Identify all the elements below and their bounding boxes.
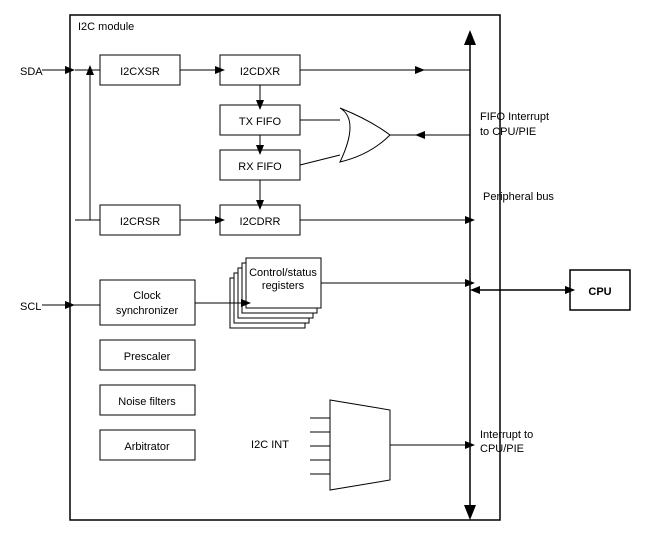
fifo-interrupt-label2: to CPU/PIE bbox=[480, 126, 536, 138]
i2c-int-label: I2C INT bbox=[251, 439, 289, 451]
sda-label: SDA bbox=[20, 66, 43, 78]
noise-filters-label: Noise filters bbox=[118, 396, 176, 408]
interrupt-label1: Interrupt to bbox=[480, 429, 533, 441]
i2crsr-label: I2CRSR bbox=[120, 216, 160, 228]
i2cxsr-label: I2CXSR bbox=[120, 66, 160, 78]
rx-fifo-label: RX FIFO bbox=[238, 161, 282, 173]
i2c-module-label: I2C module bbox=[78, 21, 134, 33]
scl-label: SCL bbox=[20, 301, 41, 313]
clock-sync-label: Clock bbox=[133, 290, 161, 302]
control-status-label1: Control/status bbox=[249, 267, 317, 279]
arbitrator-label: Arbitrator bbox=[124, 441, 170, 453]
interrupt-label2: CPU/PIE bbox=[480, 443, 524, 455]
diagram-container: I2C module I2CXSR I2CDXR TX FIFO RX FIFO… bbox=[0, 0, 659, 542]
peripheral-bus-label: Peripheral bus bbox=[483, 191, 554, 203]
cpu-label: CPU bbox=[588, 286, 611, 298]
i2cdxr-label: I2CDXR bbox=[240, 66, 280, 78]
fifo-interrupt-label1: FIFO Interrupt bbox=[480, 111, 549, 123]
i2cdrr-label: I2CDRR bbox=[240, 216, 281, 228]
prescaler-label: Prescaler bbox=[124, 351, 171, 363]
tx-fifo-label: TX FIFO bbox=[239, 116, 282, 128]
control-status-label2: registers bbox=[262, 280, 305, 292]
clock-sync-label2: synchronizer bbox=[116, 305, 179, 317]
